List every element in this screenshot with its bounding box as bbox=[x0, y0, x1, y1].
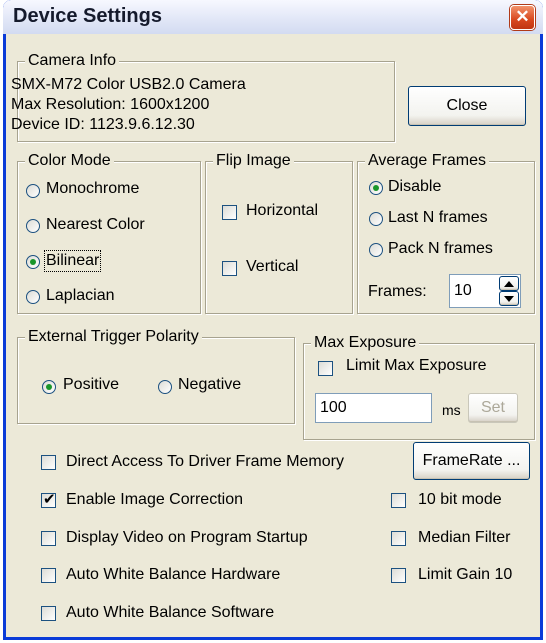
checkbox-awb-software[interactable] bbox=[41, 606, 56, 621]
max-exposure-group: Max Exposure bbox=[303, 334, 535, 440]
close-button-label: Close bbox=[446, 97, 488, 114]
dialog-body: Camera Info SMX-M72 Color USB2.0 Camera … bbox=[6, 34, 540, 637]
radio-last-n-frames[interactable] bbox=[369, 212, 383, 226]
radio-negative-label[interactable]: Negative bbox=[178, 376, 241, 394]
radio-monochrome[interactable] bbox=[26, 184, 40, 198]
device-settings-window: Device Settings ✕ Camera Info SMX-M72 Co… bbox=[3, 0, 543, 640]
frames-value[interactable]: 10 bbox=[454, 282, 472, 300]
spin-up-button[interactable] bbox=[499, 276, 519, 291]
frames-label: Frames: bbox=[368, 283, 427, 300]
checkbox-10-bit-mode-label[interactable]: 10 bit mode bbox=[418, 491, 502, 509]
set-button-label: Set bbox=[480, 399, 505, 416]
radio-positive-label[interactable]: Positive bbox=[63, 376, 119, 394]
window-title: Device Settings bbox=[13, 5, 162, 27]
camera-model: SMX-M72 Color USB2.0 Camera bbox=[11, 76, 246, 93]
radio-bilinear[interactable] bbox=[26, 255, 40, 269]
close-icon[interactable]: ✕ bbox=[510, 5, 535, 30]
radio-negative[interactable] bbox=[158, 380, 172, 394]
radio-monochrome-label[interactable]: Monochrome bbox=[46, 180, 139, 198]
checkbox-image-correction-label[interactable]: Enable Image Correction bbox=[66, 491, 243, 509]
color-mode-legend: Color Mode bbox=[25, 152, 114, 170]
radio-nearest-color[interactable] bbox=[26, 219, 40, 233]
frames-spinner[interactable]: 10 bbox=[449, 274, 521, 308]
radio-last-n-frames-label[interactable]: Last N frames bbox=[388, 209, 488, 227]
checkbox-direct-access-label[interactable]: Direct Access To Driver Frame Memory bbox=[66, 453, 344, 471]
radio-pack-n-frames-label[interactable]: Pack N frames bbox=[388, 240, 493, 258]
flip-image-legend: Flip Image bbox=[213, 152, 294, 170]
checkbox-display-video-label[interactable]: Display Video on Program Startup bbox=[66, 529, 308, 547]
radio-laplacian[interactable] bbox=[26, 290, 40, 304]
device-id: Device ID: 1123.9.6.12.30 bbox=[11, 116, 195, 133]
set-button[interactable]: Set bbox=[468, 393, 518, 423]
max-exposure-legend: Max Exposure bbox=[311, 334, 420, 352]
radio-positive[interactable] bbox=[42, 380, 56, 394]
checkbox-vertical[interactable] bbox=[222, 261, 237, 276]
radio-pack-n-frames[interactable] bbox=[369, 243, 383, 257]
checkbox-awb-software-label[interactable]: Auto White Balance Software bbox=[66, 604, 274, 622]
camera-info-legend: Camera Info bbox=[25, 52, 120, 70]
checkbox-direct-access[interactable] bbox=[41, 455, 56, 470]
checkbox-vertical-label[interactable]: Vertical bbox=[246, 258, 298, 276]
checkbox-limit-max-exposure[interactable] bbox=[318, 361, 333, 376]
max-resolution: Max Resolution: 1600x1200 bbox=[11, 96, 210, 113]
exposure-value[interactable]: 100 bbox=[320, 399, 347, 417]
checkbox-limit-gain-label[interactable]: Limit Gain 10 bbox=[418, 566, 512, 584]
flip-image-group: Flip Image bbox=[205, 152, 353, 314]
checkbox-horizontal[interactable] bbox=[222, 205, 237, 220]
close-button[interactable]: Close bbox=[408, 86, 526, 126]
checkbox-horizontal-label[interactable]: Horizontal bbox=[246, 202, 318, 220]
radio-disable-label[interactable]: Disable bbox=[388, 178, 441, 196]
checkbox-awb-hardware-label[interactable]: Auto White Balance Hardware bbox=[66, 566, 280, 584]
trigger-polarity-group: External Trigger Polarity bbox=[17, 328, 295, 424]
radio-disable[interactable] bbox=[369, 181, 383, 195]
radio-bilinear-label[interactable]: Bilinear bbox=[43, 250, 102, 272]
spin-down-icon bbox=[504, 296, 514, 302]
framerate-button[interactable]: FrameRate ... bbox=[413, 442, 530, 480]
average-frames-legend: Average Frames bbox=[365, 152, 489, 170]
exposure-input[interactable]: 100 bbox=[315, 393, 432, 423]
exposure-unit: ms bbox=[442, 402, 461, 418]
trigger-polarity-legend: External Trigger Polarity bbox=[25, 328, 202, 346]
checkbox-image-correction[interactable] bbox=[41, 490, 56, 508]
framerate-button-label: FrameRate ... bbox=[422, 452, 521, 469]
checkbox-awb-hardware[interactable] bbox=[41, 568, 56, 583]
checkbox-limit-gain[interactable] bbox=[391, 568, 406, 583]
spin-up-icon bbox=[504, 281, 514, 287]
checkbox-limit-max-exposure-label[interactable]: Limit Max Exposure bbox=[346, 357, 487, 375]
spin-down-button[interactable] bbox=[499, 291, 519, 306]
checkbox-10-bit-mode[interactable] bbox=[391, 493, 406, 508]
checkbox-median-filter-label[interactable]: Median Filter bbox=[418, 529, 510, 547]
checkbox-display-video[interactable] bbox=[41, 531, 56, 546]
checkbox-median-filter[interactable] bbox=[391, 531, 406, 546]
radio-laplacian-label[interactable]: Laplacian bbox=[46, 287, 115, 305]
title-bar[interactable]: Device Settings ✕ bbox=[3, 0, 543, 34]
radio-nearest-color-label[interactable]: Nearest Color bbox=[46, 216, 145, 234]
